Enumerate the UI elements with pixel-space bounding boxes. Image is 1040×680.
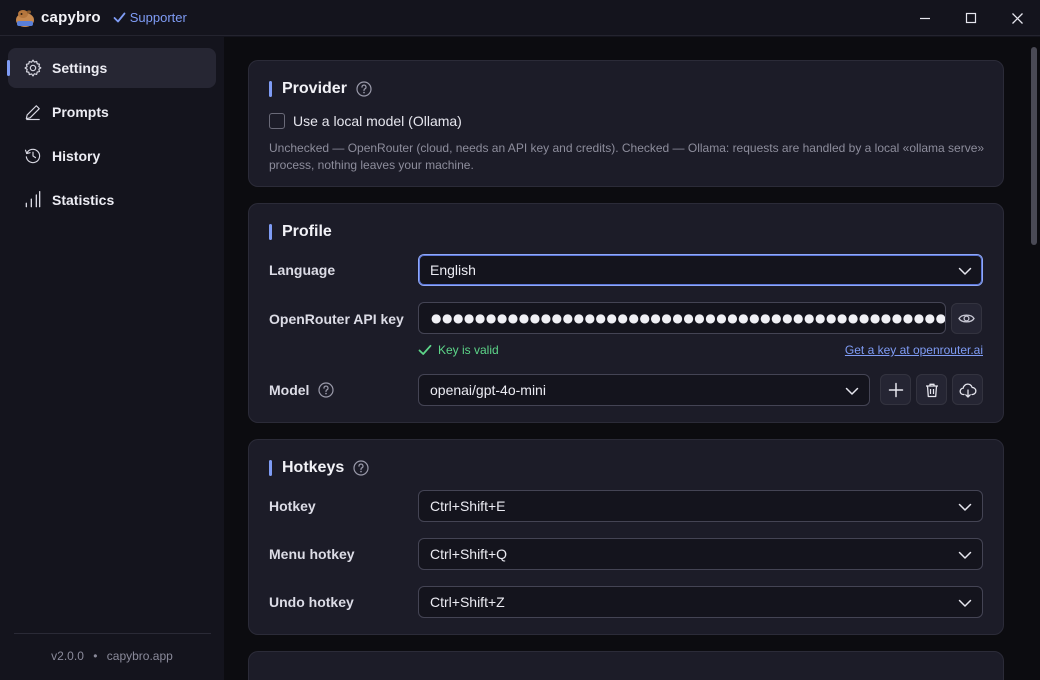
sidebar-item-label: History — [52, 148, 101, 164]
provider-card: Provider Use a local model (Ollama) Unch… — [248, 60, 1004, 187]
menu-hotkey-value: Ctrl+Shift+Q — [430, 546, 508, 562]
key-status: Key is valid — [418, 343, 499, 357]
app-brand: capybro Supporter — [14, 0, 187, 36]
chevron-down-icon — [958, 503, 972, 511]
version-label: v2.0.0 — [51, 649, 84, 663]
chevron-down-icon — [958, 599, 972, 607]
pen-icon — [25, 105, 40, 121]
title-accent-bar — [269, 81, 272, 97]
scrollbar-thumb[interactable] — [1031, 47, 1037, 245]
sidebar-item-label: Statistics — [52, 192, 115, 208]
trash-icon — [925, 383, 938, 397]
sidebar: Settings Prompts History Statistics v2.0… — [0, 37, 224, 680]
toggle-key-visibility-button[interactable] — [951, 303, 982, 334]
sidebar-item-label: Prompts — [52, 104, 109, 120]
bar-chart-icon — [25, 191, 41, 208]
provider-description: Unchecked — OpenRouter (cloud, needs an … — [269, 141, 985, 172]
supporter-badge: Supporter — [113, 10, 187, 25]
check-icon — [418, 344, 432, 355]
next-card-partial — [248, 651, 1004, 680]
close-button[interactable] — [994, 0, 1040, 36]
help-icon[interactable] — [353, 460, 369, 476]
title-accent-bar — [269, 224, 272, 240]
hotkeys-title: Hotkeys — [282, 459, 345, 476]
supporter-label: Supporter — [129, 10, 187, 25]
help-icon[interactable] — [318, 382, 335, 398]
undo-hotkey-value: Ctrl+Shift+Z — [430, 594, 505, 610]
menu-hotkey-label: Menu hotkey — [269, 546, 355, 562]
model-label: Model — [269, 382, 310, 398]
get-key-link[interactable]: Get a key at openrouter.ai — [845, 343, 983, 357]
minimize-button[interactable] — [902, 0, 948, 36]
history-icon — [24, 148, 41, 164]
local-model-checkbox[interactable] — [269, 113, 285, 129]
menu-hotkey-select[interactable]: Ctrl+Shift+Q — [418, 538, 983, 570]
plus-icon — [888, 382, 903, 397]
card-title: Provider — [269, 79, 372, 99]
language-label: Language — [269, 262, 336, 278]
title-accent-bar — [269, 460, 272, 476]
add-model-button[interactable] — [880, 374, 911, 405]
minimize-icon — [920, 17, 930, 20]
eye-icon — [958, 314, 975, 323]
maximize-button[interactable] — [948, 0, 994, 36]
sidebar-item-label: Settings — [52, 60, 108, 76]
provider-title: Provider — [282, 80, 347, 97]
sidebar-divider — [14, 633, 211, 634]
close-icon — [1011, 12, 1023, 24]
sidebar-item-settings[interactable]: Settings — [7, 48, 216, 88]
site-link[interactable]: capybro.app — [107, 649, 173, 663]
language-value: English — [430, 262, 476, 278]
sidebar-item-prompts[interactable]: Prompts — [8, 92, 216, 132]
maximize-icon — [965, 12, 977, 24]
key-status-text: Key is valid — [438, 343, 499, 357]
language-select[interactable]: English — [418, 254, 983, 286]
profile-card: Profile Language English OpenRouter API … — [248, 203, 1004, 423]
title-bar: capybro Supporter — [0, 0, 1040, 36]
check-icon — [113, 12, 126, 23]
chevron-down-icon — [845, 387, 859, 395]
profile-title: Profile — [282, 223, 332, 240]
scrollbar[interactable] — [1028, 37, 1040, 680]
main-content: Provider Use a local model (Ollama) Unch… — [224, 37, 1040, 680]
capybara-logo-icon — [16, 9, 34, 27]
model-select[interactable]: openai/gpt-4o-mini — [418, 374, 870, 406]
card-title: Profile — [269, 222, 332, 242]
card-title: Hotkeys — [269, 458, 369, 478]
undo-hotkey-label: Undo hotkey — [269, 594, 354, 610]
sidebar-item-statistics[interactable]: Statistics — [8, 180, 216, 220]
api-key-label: OpenRouter API key — [269, 311, 404, 327]
app-name: capybro — [41, 9, 101, 26]
chevron-down-icon — [958, 267, 972, 275]
download-model-button[interactable] — [952, 374, 983, 405]
chevron-down-icon — [958, 551, 972, 559]
model-label-row: Model — [269, 382, 335, 398]
hotkeys-card: Hotkeys Hotkey Ctrl+Shift+E Menu hotkey … — [248, 439, 1004, 635]
sidebar-item-history[interactable]: History — [8, 136, 216, 176]
gear-icon — [24, 59, 42, 77]
delete-model-button[interactable] — [916, 374, 947, 405]
active-indicator — [7, 60, 10, 76]
api-key-input[interactable]: ●●●●●●●●●●●●●●●●●●●●●●●●●●●●●●●●●●●●●●●●… — [418, 302, 946, 334]
help-icon[interactable] — [356, 81, 372, 97]
local-model-checkbox-label[interactable]: Use a local model (Ollama) — [293, 113, 462, 129]
hotkey-value: Ctrl+Shift+E — [430, 498, 506, 514]
model-value: openai/gpt-4o-mini — [430, 382, 546, 398]
cloud-download-icon — [959, 382, 976, 398]
hotkey-select[interactable]: Ctrl+Shift+E — [418, 490, 983, 522]
hotkey-label: Hotkey — [269, 498, 316, 514]
sidebar-footer: v2.0.0 • capybro.app — [0, 649, 224, 663]
footer-separator: • — [93, 649, 98, 663]
undo-hotkey-select[interactable]: Ctrl+Shift+Z — [418, 586, 983, 618]
window-controls — [902, 0, 1040, 36]
